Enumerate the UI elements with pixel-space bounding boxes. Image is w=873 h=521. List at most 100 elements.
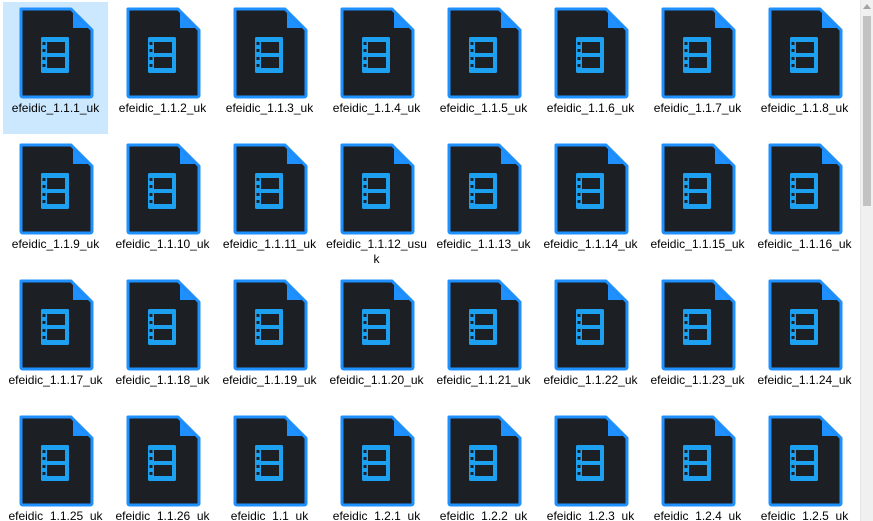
file-item[interactable]: efeidic_1.1.7_uk (645, 2, 750, 134)
file-name: efeidic_1.1.13_uk (436, 237, 531, 251)
file-name: efeidic_1.1.9_uk (11, 237, 100, 251)
file-grid: efeidic_1.1.1_uk efeidic_1.1.2_uk efeidi… (3, 2, 859, 521)
file-name: efeidic_1.1_uk (230, 509, 309, 521)
file-name: efeidic_1.1.26_uk (115, 509, 210, 521)
file-name: efeidic_1.1.7_uk (653, 101, 742, 115)
video-file-icon (447, 7, 521, 99)
file-name: efeidic_1.2.5_uk (760, 509, 849, 521)
file-name: efeidic_1.1.23_uk (650, 373, 745, 387)
file-name: efeidic_1.1.5_uk (439, 101, 528, 115)
video-file-icon (233, 279, 307, 371)
file-name: efeidic_1.2.3_uk (546, 509, 635, 521)
file-name: efeidic_1.1.15_uk (650, 237, 745, 251)
file-name: efeidic_1.1.14_uk (543, 237, 638, 251)
file-item[interactable]: efeidic_1.2.2_uk (431, 410, 536, 521)
file-item[interactable]: efeidic_1.1.14_uk (538, 138, 643, 270)
file-name: efeidic_1.1.11_uk (222, 237, 317, 251)
file-item[interactable]: efeidic_1.1.26_uk (110, 410, 215, 521)
file-name: efeidic_1.1.16_uk (757, 237, 852, 251)
file-name: efeidic_1.1.21_uk (436, 373, 531, 387)
video-file-icon (661, 415, 735, 507)
video-file-icon (768, 415, 842, 507)
file-item[interactable]: efeidic_1.1.12_usuk (324, 138, 429, 270)
video-file-icon (233, 7, 307, 99)
file-name: efeidic_1.1.3_uk (225, 101, 314, 115)
file-item[interactable]: efeidic_1.2.3_uk (538, 410, 643, 521)
file-name: efeidic_1.2.1_uk (332, 509, 421, 521)
video-file-icon (126, 279, 200, 371)
file-item[interactable]: efeidic_1.1.20_uk (324, 274, 429, 406)
file-item[interactable]: efeidic_1.1.2_uk (110, 2, 215, 134)
video-file-icon (447, 415, 521, 507)
file-item[interactable]: efeidic_1.2.4_uk (645, 410, 750, 521)
video-file-icon (661, 143, 735, 235)
file-item[interactable]: efeidic_1.1.6_uk (538, 2, 643, 134)
video-file-icon (661, 279, 735, 371)
video-file-icon (233, 143, 307, 235)
file-name: efeidic_1.1.1_uk (11, 101, 100, 115)
file-name: efeidic_1.1.17_uk (8, 373, 103, 387)
video-file-icon (554, 7, 628, 99)
file-name: efeidic_1.1.12_usuk (326, 237, 427, 266)
file-item[interactable]: efeidic_1.1.21_uk (431, 274, 536, 406)
video-file-icon (126, 143, 200, 235)
file-name: efeidic_1.1.19_uk (222, 373, 317, 387)
file-item[interactable]: efeidic_1.1.4_uk (324, 2, 429, 134)
video-file-icon (19, 7, 93, 99)
video-file-icon (768, 279, 842, 371)
video-file-icon (233, 415, 307, 507)
video-file-icon (661, 7, 735, 99)
file-item[interactable]: efeidic_1.1.15_uk (645, 138, 750, 270)
vertical-scrollbar[interactable] (860, 0, 873, 521)
video-file-icon (554, 279, 628, 371)
video-file-icon (768, 7, 842, 99)
video-file-icon (447, 279, 521, 371)
video-file-icon (340, 143, 414, 235)
video-file-icon (340, 7, 414, 99)
video-file-icon (447, 143, 521, 235)
file-item[interactable]: efeidic_1.1.11_uk (217, 138, 322, 270)
video-file-icon (340, 279, 414, 371)
file-item[interactable]: efeidic_1.1.19_uk (217, 274, 322, 406)
video-file-icon (340, 415, 414, 507)
file-name: efeidic_1.1.22_uk (543, 373, 638, 387)
file-name: efeidic_1.1.18_uk (115, 373, 210, 387)
video-file-icon (126, 415, 200, 507)
file-name: efeidic_1.1.4_uk (332, 101, 421, 115)
file-item[interactable]: efeidic_1.1.5_uk (431, 2, 536, 134)
file-item[interactable]: efeidic_1.1.17_uk (3, 274, 108, 406)
file-item[interactable]: efeidic_1.1.22_uk (538, 274, 643, 406)
file-item[interactable]: efeidic_1.1.18_uk (110, 274, 215, 406)
file-item[interactable]: efeidic_1.1.23_uk (645, 274, 750, 406)
video-file-icon (19, 143, 93, 235)
video-file-icon (554, 415, 628, 507)
file-name: efeidic_1.1.24_uk (757, 373, 852, 387)
scroll-up-arrow-icon[interactable] (863, 4, 871, 9)
file-view: efeidic_1.1.1_uk efeidic_1.1.2_uk efeidi… (0, 0, 860, 521)
file-item[interactable]: efeidic_1.1.24_uk (752, 274, 857, 406)
file-item[interactable]: efeidic_1.1.3_uk (217, 2, 322, 134)
file-item[interactable]: efeidic_1.1.13_uk (431, 138, 536, 270)
file-item[interactable]: efeidic_1.1.8_uk (752, 2, 857, 134)
video-file-icon (126, 7, 200, 99)
file-item[interactable]: efeidic_1.1.16_uk (752, 138, 857, 270)
video-file-icon (19, 415, 93, 507)
video-file-icon (768, 143, 842, 235)
video-file-icon (554, 143, 628, 235)
file-name: efeidic_1.1.8_uk (760, 101, 849, 115)
file-item[interactable]: efeidic_1.1.25_uk (3, 410, 108, 521)
file-item[interactable]: efeidic_1.1_uk (217, 410, 322, 521)
file-name: efeidic_1.1.25_uk (8, 509, 103, 521)
file-item[interactable]: efeidic_1.1.10_uk (110, 138, 215, 270)
file-item[interactable]: efeidic_1.2.1_uk (324, 410, 429, 521)
file-item[interactable]: efeidic_1.2.5_uk (752, 410, 857, 521)
file-item[interactable]: efeidic_1.1.9_uk (3, 138, 108, 270)
file-name: efeidic_1.1.2_uk (118, 101, 207, 115)
file-item[interactable]: efeidic_1.1.1_uk (3, 2, 108, 134)
scroll-thumb[interactable] (863, 16, 871, 206)
file-name: efeidic_1.2.4_uk (653, 509, 742, 521)
video-file-icon (19, 279, 93, 371)
file-name: efeidic_1.1.6_uk (546, 101, 635, 115)
file-name: efeidic_1.2.2_uk (439, 509, 528, 521)
file-name: efeidic_1.1.20_uk (329, 373, 424, 387)
